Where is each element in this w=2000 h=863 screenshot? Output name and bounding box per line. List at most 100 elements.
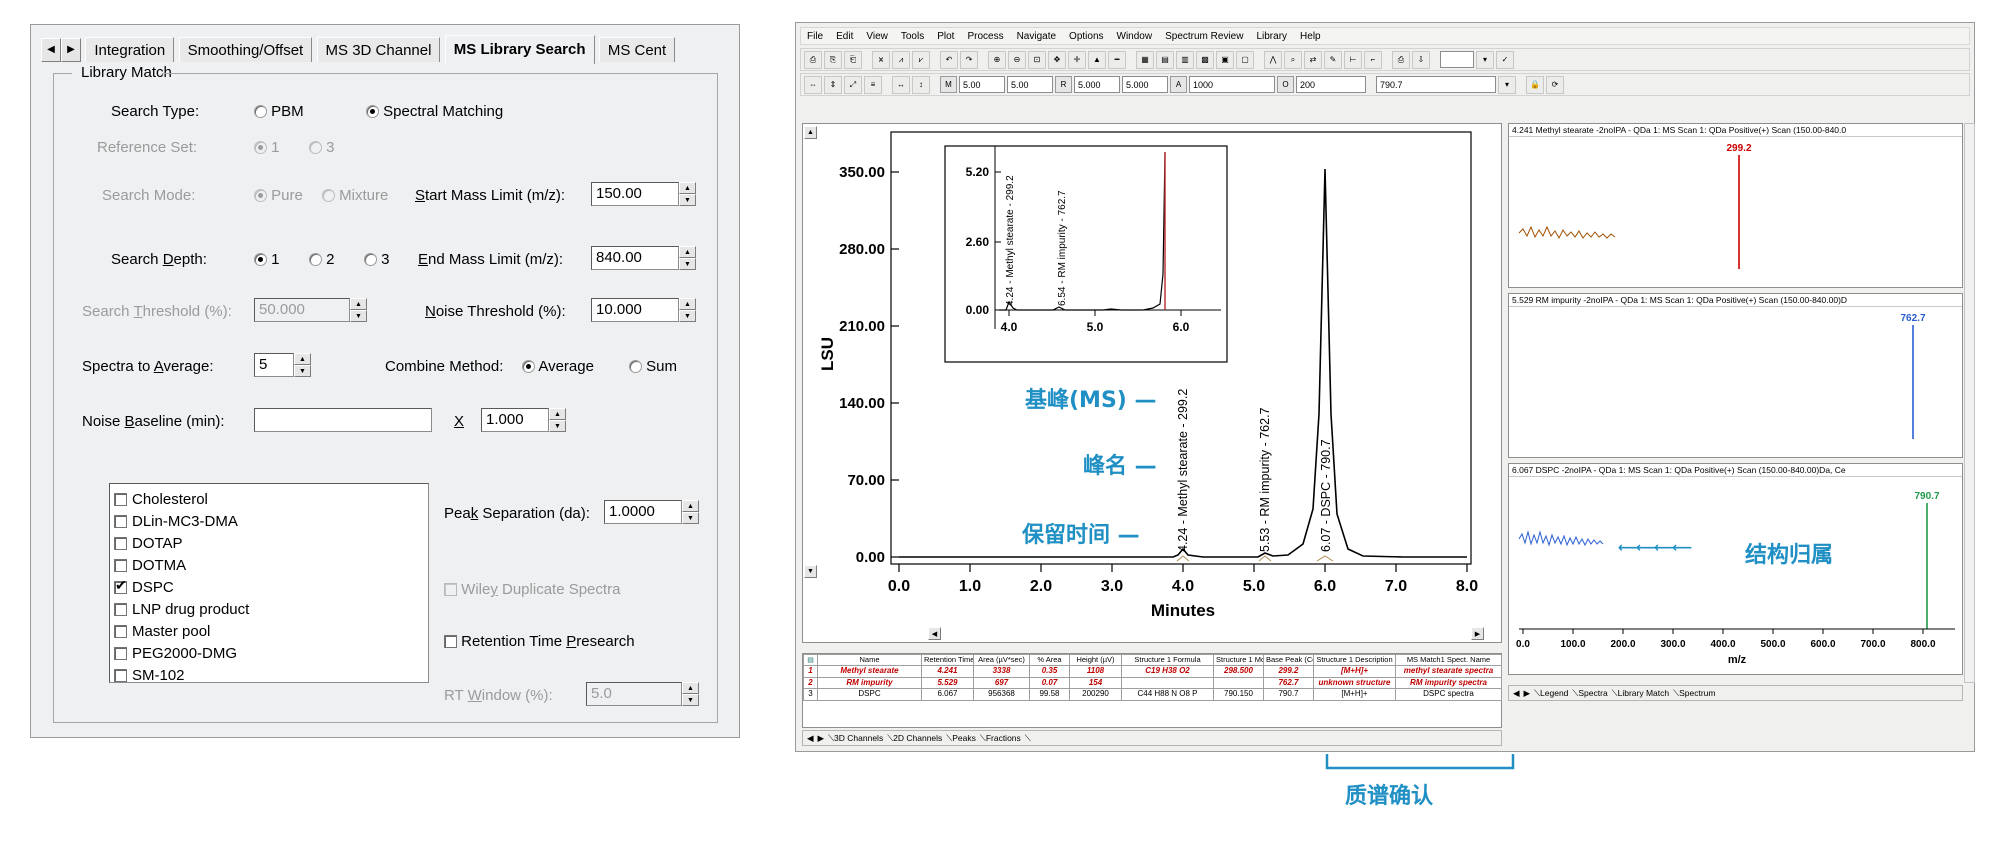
radio-reference-set-1[interactable] xyxy=(254,141,267,154)
end-mass-limit-spinner[interactable]: ▲ ▼ xyxy=(679,246,696,270)
table-row[interactable]: 1 Methyl stearate 4.241 3338 0.35 1108 C… xyxy=(803,665,1502,678)
cell-base-peak[interactable]: 762.7 xyxy=(1263,676,1314,690)
search-mode-pure-option[interactable]: Pure xyxy=(254,187,303,204)
tab-ms-3d-channel[interactable]: MS 3D Channel xyxy=(316,37,441,62)
library-list[interactable]: Cholesterol DLin-MC3-DMA DOTAP DOTMA DSP… xyxy=(109,483,429,684)
spin-down-icon[interactable]: ▼ xyxy=(682,512,699,524)
undo-icon[interactable]: ↶ xyxy=(940,50,958,69)
radio-mixture[interactable] xyxy=(322,189,335,202)
col-structure-molwt[interactable]: Structure 1 Mol Wt xyxy=(1213,653,1264,667)
cell-description[interactable]: [M+H]+ xyxy=(1313,688,1396,701)
menu-navigate[interactable]: Navigate xyxy=(1017,31,1056,42)
menu-plot[interactable]: Plot xyxy=(937,31,954,42)
scroll-left-icon[interactable]: ◀ xyxy=(928,627,941,640)
new-project-icon[interactable]: ⎙ xyxy=(804,50,822,69)
tab-smoothing-offset[interactable]: Smoothing/Offset xyxy=(178,37,313,62)
checkbox-peg2000-dmg[interactable] xyxy=(114,647,127,660)
rt-window-input[interactable]: 5.0 xyxy=(586,682,682,706)
checkbox-dotap[interactable] xyxy=(114,537,127,550)
col-ms-match-name[interactable]: MS Match1 Spect. Name xyxy=(1395,653,1502,667)
tile-icon[interactable]: ▣ xyxy=(1216,50,1234,69)
menu-bar[interactable]: File Edit View Tools Plot Process Naviga… xyxy=(800,27,1970,45)
radio-average[interactable] xyxy=(522,360,535,373)
cell-rt[interactable]: 5.529 xyxy=(921,676,974,690)
x-end-input[interactable]: 5.000 xyxy=(1122,76,1168,93)
calibrate-icon[interactable]: ⩗ xyxy=(912,50,930,69)
tab-scroll-left-icon[interactable]: ◀ xyxy=(41,38,61,62)
spin-up-icon[interactable]: ▲ xyxy=(682,682,699,694)
print-icon[interactable]: ⎙ xyxy=(1392,50,1410,69)
col-structure-formula[interactable]: Structure 1 Formula xyxy=(1121,653,1214,667)
peaks-results-table[interactable]: ▤ Name Retention Time (min) Area (µV*sec… xyxy=(802,653,1502,728)
open-project-icon[interactable]: ⎘ xyxy=(824,50,842,69)
menu-tools[interactable]: Tools xyxy=(901,31,924,42)
spin-up-icon[interactable]: ▲ xyxy=(682,500,699,512)
ruler-icon[interactable]: ⊢ xyxy=(1344,50,1362,69)
x-min-input[interactable]: 5.00 xyxy=(959,76,1005,93)
autoscale-icon[interactable]: ⤢ xyxy=(844,75,862,94)
tab-spectrum[interactable]: ⟍Spectrum xyxy=(1673,688,1715,699)
spin-down-icon[interactable]: ▼ xyxy=(549,420,566,432)
menu-file[interactable]: File xyxy=(807,31,823,42)
cell-description[interactable]: [M+H]+ xyxy=(1313,665,1396,678)
cell-pct-area[interactable]: 0.07 xyxy=(1029,676,1070,690)
apply-icon[interactable]: ✓ xyxy=(1496,50,1514,69)
checkbox-cholesterol[interactable] xyxy=(114,493,127,506)
scroll-right-icon[interactable]: ▶ xyxy=(1471,627,1484,640)
grid-view-icon[interactable]: ▩ xyxy=(1196,50,1214,69)
tab-nav-first-icon[interactable]: ◀ xyxy=(807,733,814,744)
cell-match-name[interactable]: RM impurity spectra xyxy=(1395,676,1502,690)
spin-up-icon[interactable]: ▲ xyxy=(679,298,696,310)
cell-base-peak[interactable]: 299.2 xyxy=(1263,665,1314,678)
x-range-icon[interactable]: ↔ xyxy=(892,75,910,94)
col-pct-area[interactable]: % Area xyxy=(1029,653,1070,667)
list-item[interactable]: Master pool xyxy=(114,621,424,643)
baseline-icon[interactable]: ━ xyxy=(1108,50,1126,69)
cell-name[interactable]: DSPC xyxy=(817,688,922,701)
redo-icon[interactable]: ↷ xyxy=(960,50,978,69)
tab-scroll-arrows[interactable]: ◀ ▶ xyxy=(41,38,81,62)
mz-dropdown-chevron-icon[interactable]: ▾ xyxy=(1498,75,1516,94)
search-threshold-spinner[interactable]: ▲ ▼ xyxy=(350,298,367,322)
retention-time-presearch-option[interactable]: Retention Time Presearch xyxy=(444,633,635,650)
split-view-icon[interactable]: ▥ xyxy=(1176,50,1194,69)
radio-reference-set-3[interactable] xyxy=(309,141,322,154)
spin-up-icon[interactable]: ▲ xyxy=(294,353,311,365)
dropdown-chevron-icon[interactable]: ▾ xyxy=(1476,50,1494,69)
spectra-tab-nav-prev-icon[interactable]: ◀ xyxy=(1513,688,1520,699)
tab-integration[interactable]: Integration xyxy=(85,37,175,62)
col-height[interactable]: Height (µV) xyxy=(1069,653,1122,667)
cell-match-name[interactable]: methyl stearate spectra xyxy=(1395,665,1502,678)
scroll-up-icon[interactable]: ▲ xyxy=(804,126,817,139)
spectra-tab-nav-next-icon[interactable]: ▶ xyxy=(1524,688,1531,699)
y-range-icon[interactable]: ↕ xyxy=(912,75,930,94)
spectrum-panel-methyl-stearate[interactable]: 4.241 Methyl stearate -2noIPA - QDa 1: M… xyxy=(1508,123,1963,288)
cell-area[interactable]: 956368 xyxy=(973,688,1030,701)
export-icon[interactable]: ⇩ xyxy=(1412,50,1430,69)
end-mass-limit-input[interactable]: 840.00 xyxy=(591,246,679,270)
results-tab-bar[interactable]: ◀ ▶ ⟍3D Channels ⟍2D Channels ⟍Peaks ⟍Fr… xyxy=(802,730,1502,746)
spin-up-icon[interactable]: ▲ xyxy=(679,246,696,258)
spin-down-icon[interactable]: ▼ xyxy=(679,194,696,206)
menu-spectrum-review[interactable]: Spectrum Review xyxy=(1165,31,1243,42)
cell-height[interactable]: 1108 xyxy=(1069,665,1122,678)
cell-description[interactable]: unknown structure xyxy=(1313,676,1396,690)
lock-axes-icon[interactable]: 🔒 xyxy=(1526,75,1544,94)
cell-molwt[interactable]: 790.150 xyxy=(1213,688,1264,701)
tab-spectra[interactable]: ⟍Spectra xyxy=(1572,688,1607,699)
zoom-out-icon[interactable]: ⊖ xyxy=(1008,50,1026,69)
checkbox-dotma[interactable] xyxy=(114,559,127,572)
spin-down-icon[interactable]: ▼ xyxy=(679,310,696,322)
integrate-icon[interactable]: ⩙ xyxy=(872,50,890,69)
tab-3d-channels[interactable]: ⟍3D Channels xyxy=(828,733,883,744)
search-type-pbm-option[interactable]: PBM xyxy=(254,103,304,120)
radio-sum[interactable] xyxy=(629,360,642,373)
list-item[interactable]: DLin-MC3-DMA xyxy=(114,511,424,533)
cell-pct-area[interactable]: 99.58 xyxy=(1029,688,1070,701)
mz-selector-input[interactable]: 790.7 xyxy=(1376,76,1496,93)
menu-library[interactable]: Library xyxy=(1256,31,1287,42)
multiply-spinner[interactable]: ▲ ▼ xyxy=(549,408,566,432)
quantitate-icon[interactable]: ⩘ xyxy=(892,50,910,69)
zoom-in-icon[interactable]: ⊕ xyxy=(988,50,1006,69)
toolbar-row-1[interactable]: ⎙ ⎘ ⎗ ⩙ ⩘ ⩗ ↶ ↷ ⊕ ⊖ ⊡ ✥ ✛ ▲ ━ ▦ ▤ ▥ ▩ ▣ … xyxy=(800,48,1970,71)
